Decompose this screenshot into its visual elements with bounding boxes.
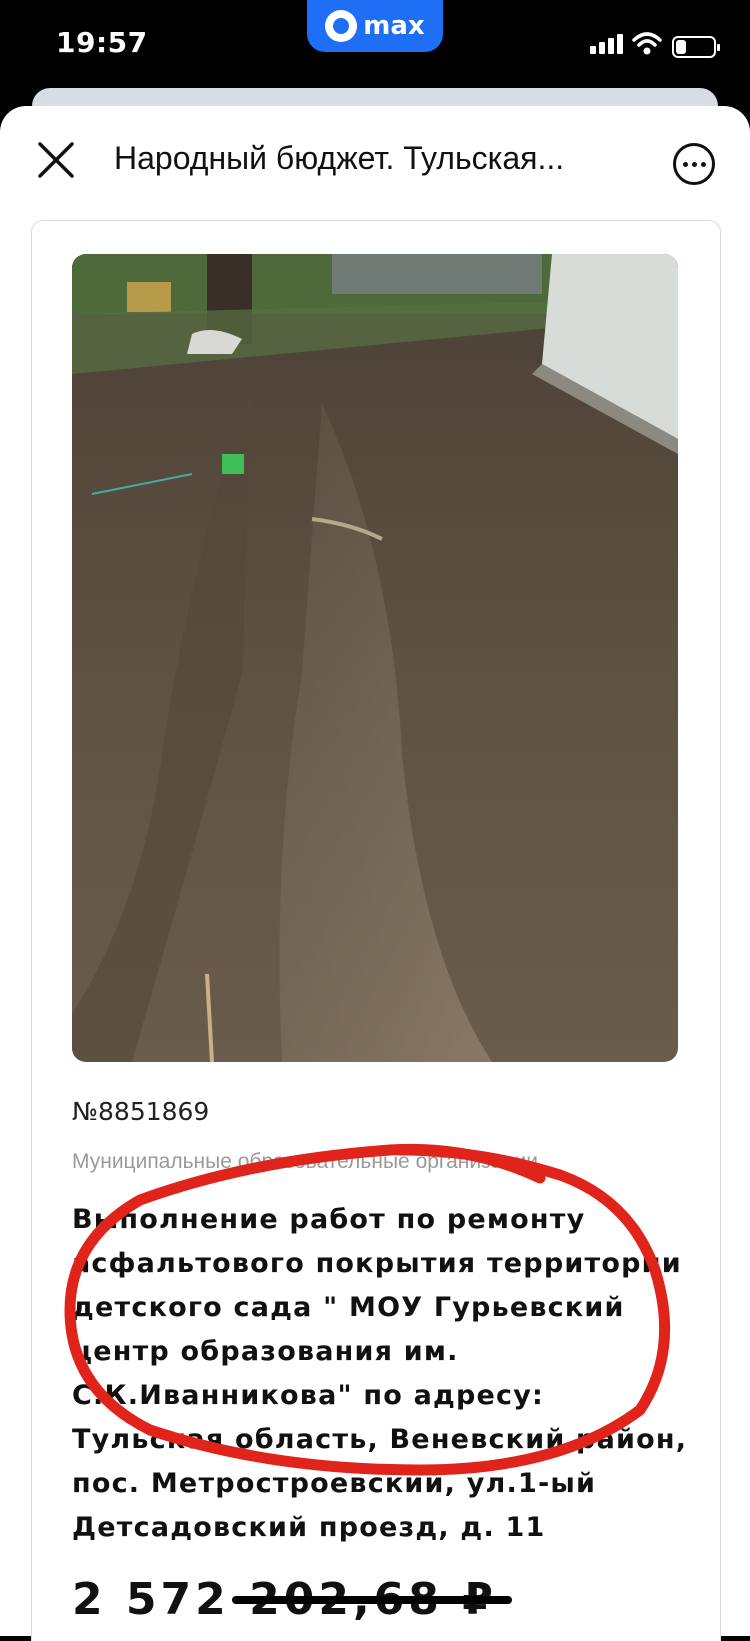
dirt-ground-photo xyxy=(72,254,678,1062)
more-icon[interactable] xyxy=(673,143,715,185)
battery-icon xyxy=(672,36,720,58)
project-photo[interactable] xyxy=(72,254,678,1062)
signal-icon xyxy=(590,34,623,54)
project-category: Муниципальные образовательные организаци… xyxy=(72,1150,538,1173)
project-number: №8851869 xyxy=(72,1097,210,1126)
close-icon[interactable] xyxy=(36,140,76,180)
status-time: 19:57 xyxy=(56,26,148,59)
app-badge[interactable]: max xyxy=(307,0,443,52)
project-description: Выполнение работ по ремонту асфальтового… xyxy=(72,1204,688,1543)
app-badge-label: max xyxy=(363,11,425,41)
page-title: Народный бюджет. Тульская... xyxy=(114,140,565,176)
status-bar: 19:57 max xyxy=(0,0,750,96)
wifi-icon xyxy=(632,32,662,55)
price-strike-mark xyxy=(232,1596,512,1604)
max-logo-icon xyxy=(325,10,358,42)
